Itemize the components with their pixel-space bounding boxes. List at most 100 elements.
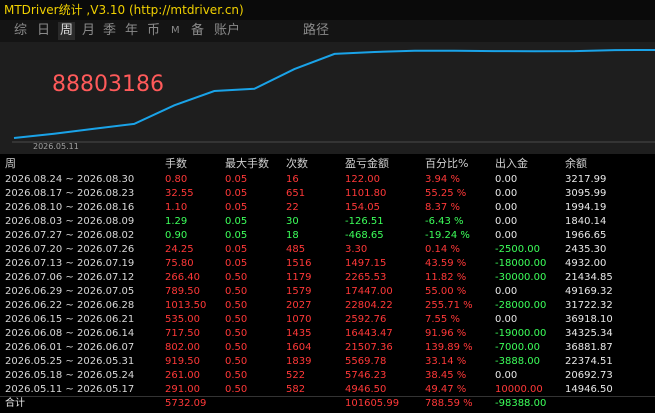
cell-pnl: 3.30 [345, 244, 368, 255]
cell-week: 2026.07.06 ~ 2026.07.12 [5, 272, 135, 283]
table-row[interactable]: 2026.06.01 ~ 2026.06.07 802.00 0.50 1604 215… [0, 341, 655, 355]
cell-lots: 75.80 [165, 258, 194, 269]
tab-note[interactable]: 备 [191, 22, 204, 40]
cell-balance: 21434.85 [565, 272, 613, 283]
table-row[interactable]: 2026.07.27 ~ 2026.08.02 0.90 0.05 18 -468.65… [0, 229, 655, 243]
cell-balance: 36918.10 [565, 314, 613, 325]
cell-pnl: 22804.22 [345, 300, 393, 311]
cell-pct: 38.45 % [425, 370, 467, 381]
cell-count: 2027 [286, 300, 312, 311]
header-flow[interactable]: 出入金 [495, 157, 528, 171]
header-max-lots[interactable]: 最大手数 [225, 157, 269, 171]
cell-count: 485 [286, 244, 306, 255]
header-count[interactable]: 次数 [286, 157, 308, 171]
header-week[interactable]: 周 [5, 157, 16, 171]
cell-week: 2026.06.29 ~ 2026.07.05 [5, 286, 135, 297]
table-row[interactable]: 2026.07.13 ~ 2026.07.19 75.80 0.05 1516 1497… [0, 257, 655, 271]
cell-max-lots: 0.50 [225, 342, 248, 353]
cell-max-lots: 0.05 [225, 174, 248, 185]
cell-lots: 789.50 [165, 286, 200, 297]
cell-count: 1070 [286, 314, 312, 325]
table-row[interactable]: 2026.08.24 ~ 2026.08.30 0.80 0.05 16 122.00 3… [0, 173, 655, 187]
cell-week: 2026.08.10 ~ 2026.08.16 [5, 202, 135, 213]
cell-count: 18 [286, 230, 299, 241]
cell-pnl: 4946.50 [345, 384, 387, 395]
total-lots: 5732.09 [165, 398, 207, 409]
table-row[interactable]: 2026.08.10 ~ 2026.08.16 1.10 0.05 22 154.05 8… [0, 201, 655, 215]
cell-balance: 1966.65 [565, 230, 607, 241]
cell-balance: 4932.00 [565, 258, 607, 269]
table-row[interactable]: 2026.06.08 ~ 2026.06.14 717.50 0.50 1435 164… [0, 327, 655, 341]
cell-flow: 0.00 [495, 216, 518, 227]
table-row[interactable]: 2026.07.06 ~ 2026.07.12 266.40 0.50 1179 226… [0, 271, 655, 285]
cell-pct: 33.14 % [425, 356, 467, 367]
cell-max-lots: 0.50 [225, 300, 248, 311]
cell-lots: 266.40 [165, 272, 200, 283]
cell-pnl: 1101.80 [345, 188, 387, 199]
cell-pct: 8.37 % [425, 202, 460, 213]
tab-path[interactable]: 路径 [303, 22, 329, 40]
table-row[interactable]: 2026.05.18 ~ 2026.05.24 261.00 0.50 522 5746… [0, 369, 655, 383]
header-balance[interactable]: 余额 [565, 157, 587, 171]
cell-balance: 14946.50 [565, 384, 613, 395]
total-label: 合计 [5, 398, 25, 409]
cell-max-lots: 0.05 [225, 244, 248, 255]
window-title: MTDriver统计 ,V3.10 (http://mtdriver.cn) [0, 0, 655, 20]
tab-week[interactable]: 周 [58, 22, 76, 40]
cell-pct: 11.82 % [425, 272, 467, 283]
cell-flow: -2500.00 [495, 244, 540, 255]
cell-max-lots: 0.50 [225, 356, 248, 367]
cell-flow: -3888.00 [495, 356, 540, 367]
cell-week: 2026.08.24 ~ 2026.08.30 [5, 174, 135, 185]
table-row[interactable]: 2026.06.22 ~ 2026.06.28 1013.50 0.50 2027 22… [0, 299, 655, 313]
tab-account[interactable]: 账户 [214, 22, 240, 40]
cell-count: 30 [286, 216, 299, 227]
cell-pnl: 2265.53 [345, 272, 387, 283]
cell-lots: 32.55 [165, 188, 194, 199]
cell-pnl: 1497.15 [345, 258, 387, 269]
tab-year[interactable]: 年 [125, 22, 138, 40]
cell-lots: 0.80 [165, 174, 188, 185]
table-row[interactable]: 2026.06.29 ~ 2026.07.05 789.50 0.50 1579 174… [0, 285, 655, 299]
header-pnl[interactable]: 盈亏金额 [345, 157, 389, 171]
total-flow: -98388.00 [495, 398, 547, 409]
cell-week: 2026.06.22 ~ 2026.06.28 [5, 300, 135, 311]
cell-lots: 535.00 [165, 314, 200, 325]
cell-balance: 49169.32 [565, 286, 613, 297]
header-lots[interactable]: 手数 [165, 157, 187, 171]
header-pct[interactable]: 百分比% [425, 157, 468, 171]
cell-max-lots: 0.50 [225, 384, 248, 395]
table-row[interactable]: 2026.05.25 ~ 2026.05.31 919.50 0.50 1839 556… [0, 355, 655, 369]
cell-count: 16 [286, 174, 299, 185]
cell-balance: 3217.99 [565, 174, 607, 185]
cell-flow: 0.00 [495, 188, 518, 199]
cell-pnl: 154.05 [345, 202, 380, 213]
cell-count: 1579 [286, 286, 312, 297]
cell-pct: 0.14 % [425, 244, 460, 255]
cell-count: 1179 [286, 272, 312, 283]
cell-flow: -19000.00 [495, 328, 547, 339]
tab-summary[interactable]: 综 [14, 22, 27, 40]
cell-max-lots: 0.50 [225, 272, 248, 283]
cell-max-lots: 0.05 [225, 230, 248, 241]
table-row[interactable]: 2026.07.20 ~ 2026.07.26 24.25 0.05 485 3.30 0… [0, 243, 655, 257]
table-row[interactable]: 2026.08.17 ~ 2026.08.23 32.55 0.05 651 1101.… [0, 187, 655, 201]
cell-pnl: 5746.23 [345, 370, 387, 381]
cell-pnl: 21507.36 [345, 342, 393, 353]
cell-flow: -28000.00 [495, 300, 547, 311]
cell-week: 2026.06.01 ~ 2026.06.07 [5, 342, 135, 353]
tab-magic[interactable]: M [171, 22, 180, 40]
table-row[interactable]: 2026.05.11 ~ 2026.05.17 291.00 0.50 582 4946… [0, 383, 655, 397]
tab-currency[interactable]: 币 [147, 22, 160, 40]
table-row[interactable]: 2026.08.03 ~ 2026.08.09 1.29 0.05 30 -126.51… [0, 215, 655, 229]
cell-max-lots: 0.05 [225, 202, 248, 213]
table-row[interactable]: 2026.06.15 ~ 2026.06.21 535.00 0.50 1070 259… [0, 313, 655, 327]
cell-pct: 43.59 % [425, 258, 467, 269]
cell-pnl: -468.65 [345, 230, 384, 241]
period-toolbar: 综 日 周 月 季 年 币 M 备 账户 路径 [0, 20, 655, 42]
cell-lots: 802.00 [165, 342, 200, 353]
account-number: 88803186 [52, 72, 164, 97]
tab-month[interactable]: 月 [82, 22, 95, 40]
tab-quarter[interactable]: 季 [103, 22, 116, 40]
tab-day[interactable]: 日 [37, 22, 50, 40]
